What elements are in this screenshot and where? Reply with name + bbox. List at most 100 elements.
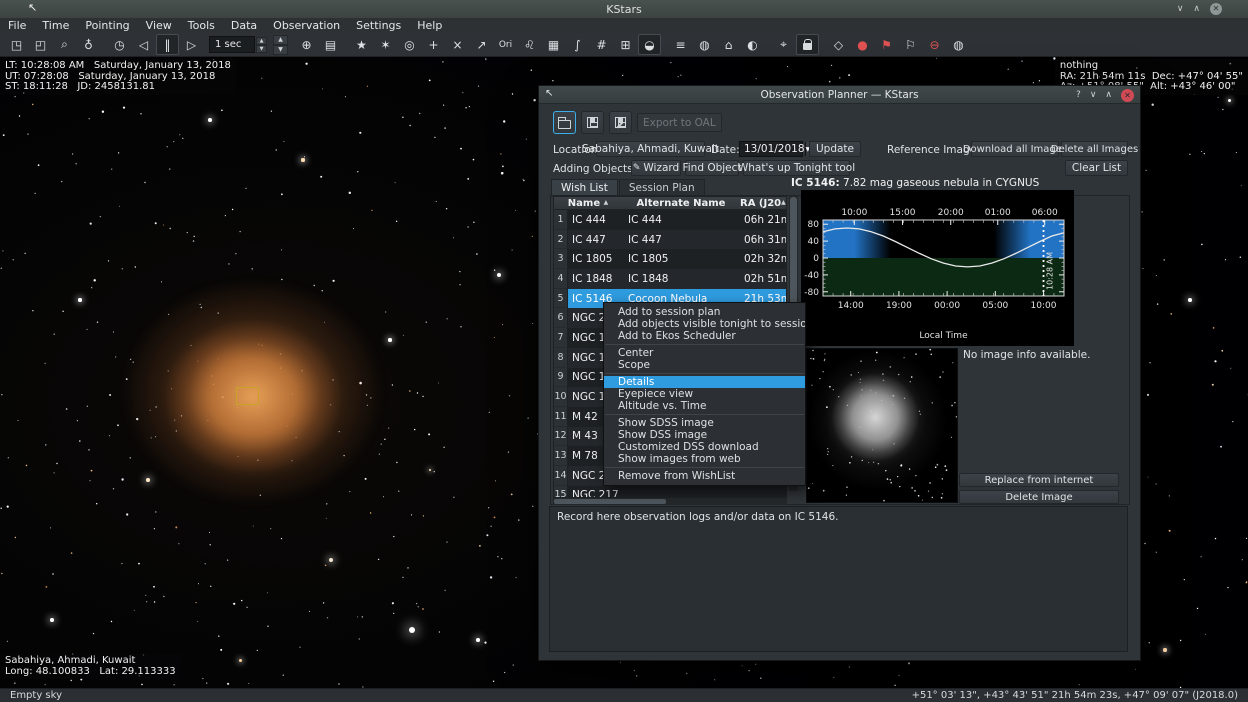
header-ra[interactable]: RA (J20▲ (740, 198, 786, 209)
menu-observation[interactable]: Observation (265, 18, 348, 33)
scrollbar-handle[interactable] (554, 499, 666, 504)
no-trail-icon[interactable]: ⊖ (923, 34, 946, 55)
svg-text:15:00: 15:00 (890, 208, 916, 218)
window-close-button[interactable]: ✕ (1210, 3, 1222, 15)
context-menu-item[interactable]: Center (604, 347, 805, 359)
window-maximize-button[interactable]: ∧ (1193, 4, 1200, 14)
date-combobox[interactable]: 13/01/2018 ▼ (739, 141, 803, 157)
horizontal-grid-icon[interactable]: ⊞ (614, 34, 637, 55)
table-row[interactable]: 2IC 447IC 44706h 31m (554, 230, 786, 250)
context-menu-item[interactable]: Eyepiece view (604, 388, 805, 400)
table-row[interactable]: 3IC 1805IC 180502h 32m (554, 249, 786, 269)
menu-time[interactable]: Time (34, 18, 77, 33)
menu-data[interactable]: Data (223, 18, 265, 33)
context-menu-item[interactable]: Customized DSS download (604, 441, 805, 453)
whats-interesting-icon[interactable]: ≡ (669, 34, 692, 55)
show-comets-icon[interactable]: × (446, 34, 469, 55)
dialog-titlebar[interactable]: ↖ Observation Planner — KStars ? ∨ ∧ ✕ (539, 86, 1140, 104)
timestep-increase-icon[interactable]: ▲ (256, 37, 267, 45)
red-flag-icon[interactable]: ⚑ (875, 34, 898, 55)
table-horizontal-scrollbar[interactable] (553, 498, 787, 505)
dialog-minimize-button[interactable]: ∨ (1090, 90, 1097, 100)
moon-phase-icon[interactable]: ◐ (741, 34, 764, 55)
time-step-back-icon[interactable]: ◁ (132, 34, 155, 55)
menu-pointing[interactable]: Pointing (77, 18, 137, 33)
lamp-icon[interactable]: ⌂ (717, 34, 740, 55)
find-object-icon[interactable]: ⌕ (53, 34, 76, 55)
context-menu-item[interactable]: Remove from WishList (604, 470, 805, 482)
show-stars-icon[interactable]: ★ (350, 34, 373, 55)
constellation-boundaries-icon[interactable]: ▦ (542, 34, 565, 55)
save-list-as-button[interactable] (609, 111, 632, 134)
menu-file[interactable]: File (0, 18, 34, 33)
step-up-icon[interactable]: ▲ (273, 35, 288, 45)
step-down-icon[interactable]: ▼ (273, 45, 288, 55)
row-number: 15 (554, 486, 568, 498)
equatorial-grid-icon[interactable]: # (590, 34, 613, 55)
header-alternate-name[interactable]: Alternate Name (622, 198, 740, 209)
context-menu-item[interactable]: Details (604, 376, 805, 388)
context-menu-item[interactable]: Add to session plan (604, 306, 805, 318)
constellation-art-icon[interactable]: ♌ (518, 34, 541, 55)
context-menu-item[interactable]: Altitude vs. Time (604, 400, 805, 412)
delete-all-images-button[interactable]: Delete all Images (1061, 141, 1128, 157)
tab-session-plan[interactable]: Session Plan (619, 179, 705, 196)
window-minimize-button[interactable]: ∨ (1177, 4, 1184, 14)
set-time-icon[interactable]: ◷ (108, 34, 131, 55)
context-menu-item[interactable]: Add objects visible tonight to session p… (604, 318, 805, 330)
dialog-close-button[interactable]: ✕ (1121, 89, 1134, 102)
zoom-out-rect-icon[interactable]: ◰ (29, 34, 52, 55)
gray-flag-icon[interactable]: ⚐ (899, 34, 922, 55)
context-menu-item[interactable]: Show DSS image (604, 429, 805, 441)
table-row[interactable]: 1IC 444IC 44406h 21m (554, 210, 786, 230)
timestep-input[interactable]: 1 sec (209, 36, 255, 53)
whats-up-tonight-button[interactable]: What's up Tonight tool (743, 160, 850, 176)
context-menu-item[interactable]: Add to Ekos Scheduler (604, 330, 805, 342)
dialog-help-button[interactable]: ? (1076, 90, 1081, 100)
location-button[interactable]: Sabahiya, Ahmadi, Kuwait (596, 141, 705, 157)
observatory-icon[interactable]: ◍ (947, 34, 970, 55)
observation-notes-input[interactable]: Record here observation logs and/or data… (549, 506, 1128, 652)
menu-view[interactable]: View (138, 18, 180, 33)
lock-icon[interactable] (796, 34, 819, 55)
show-planets-icon[interactable]: + (422, 34, 445, 55)
constellation-names-icon[interactable]: Ori (494, 34, 517, 55)
dialog-maximize-button[interactable]: ∧ (1105, 90, 1112, 100)
pointing-focus-icon[interactable]: ⊕ (295, 34, 318, 55)
eraser-icon[interactable]: ◇ (827, 34, 850, 55)
hips-overlay-icon[interactable]: ◍ (693, 34, 716, 55)
wizard-button[interactable]: ✎ Wizard (631, 160, 681, 176)
geo-locate-icon[interactable]: ♁ (77, 34, 100, 55)
show-horizon-icon[interactable]: ◒ (638, 34, 661, 55)
record-icon[interactable]: ● (851, 34, 874, 55)
timestep-decrease-icon[interactable]: ▼ (256, 45, 267, 53)
export-sky-image-icon[interactable]: ▤ (319, 34, 342, 55)
menubar: FileTimePointingViewToolsDataObservation… (0, 18, 1248, 33)
show-constellation-lines-icon[interactable]: ✶ (374, 34, 397, 55)
menu-tools[interactable]: Tools (180, 18, 223, 33)
time-step-forward-icon[interactable]: ▷ (180, 34, 203, 55)
show-deep-sky-objects-icon[interactable]: ◎ (398, 34, 421, 55)
menu-settings[interactable]: Settings (348, 18, 409, 33)
table-row[interactable]: 4IC 1848IC 184802h 51m (554, 269, 786, 289)
table-row[interactable]: 15NGC 217 (554, 486, 786, 498)
download-all-images-button[interactable]: Download all Images (971, 141, 1059, 157)
center-crosshair-icon[interactable]: ⌖ (772, 34, 795, 55)
clear-list-button[interactable]: Clear List (1065, 160, 1128, 176)
context-menu-item[interactable]: Show images from web (604, 453, 805, 465)
delete-image-button[interactable]: Delete Image (959, 490, 1119, 504)
zoom-in-rect-icon[interactable]: ◳ (5, 34, 28, 55)
find-object-button[interactable]: Find Object (685, 160, 739, 176)
milky-way-icon[interactable]: ∫ (566, 34, 589, 55)
replace-from-internet-button[interactable]: Replace from internet (959, 473, 1119, 487)
context-menu-item[interactable]: Show SDSS image (604, 417, 805, 429)
time-pause-icon[interactable]: ‖ (156, 34, 179, 55)
context-menu-item[interactable]: Scope (604, 359, 805, 371)
show-supernovae-icon[interactable]: ↗ (470, 34, 493, 55)
menu-help[interactable]: Help (409, 18, 450, 33)
save-list-button[interactable] (581, 111, 604, 134)
header-name[interactable]: Name ▲ (554, 198, 622, 209)
open-list-button[interactable] (553, 111, 576, 134)
tab-wish-list[interactable]: Wish List (551, 179, 618, 196)
update-button[interactable]: Update (809, 141, 861, 157)
